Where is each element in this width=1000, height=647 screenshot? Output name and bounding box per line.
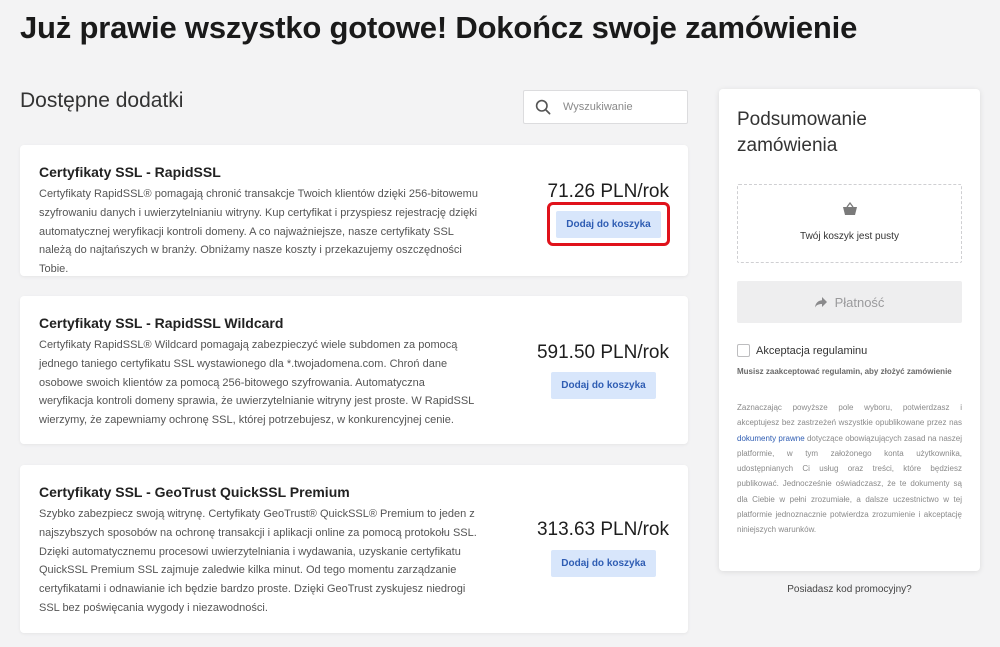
search-input[interactable] xyxy=(563,101,673,113)
product-name: Certyfikaty SSL - RapidSSL xyxy=(39,164,221,180)
product-card-rapidssl-wildcard: Certyfikaty SSL - RapidSSL Wildcard Cert… xyxy=(20,296,688,444)
product-description: Certyfikaty RapidSSL® pomagają chronić t… xyxy=(39,188,478,276)
checkout-button[interactable]: Płatność xyxy=(737,281,962,323)
summary-title: Podsumowanie zamówienia xyxy=(737,109,867,156)
product-card-rapidssl: Certyfikaty SSL - RapidSSL Certyfikaty R… xyxy=(20,145,688,276)
add-to-cart-button[interactable]: Dodaj do koszyka xyxy=(551,550,656,577)
legal-notice: Zaznaczając powyższe pole wyboru, potwie… xyxy=(737,400,962,538)
section-title: Dostępne dodatki xyxy=(20,89,184,112)
product-price: 313.63 PLN/rok xyxy=(536,519,669,540)
empty-cart-text: Twój koszyk jest pusty xyxy=(800,231,899,242)
legal-text-before: Zaznaczając powyższe pole wyboru, potwie… xyxy=(737,403,962,428)
product-name: Certyfikaty SSL - GeoTrust QuickSSL Prem… xyxy=(39,484,350,500)
page-title: Już prawie wszystko gotowe! Dokończ swoj… xyxy=(20,10,858,45)
basket-icon xyxy=(843,202,857,215)
terms-warning: Musisz zaakceptować regulamin, aby złoży… xyxy=(737,367,952,376)
product-description: Szybko zabezpiecz swoją witrynę. Certyfi… xyxy=(39,508,477,614)
legal-documents-link[interactable]: dokumenty prawne xyxy=(737,434,805,443)
checkout-label: Płatność xyxy=(834,294,885,310)
legal-text-after: dotyczące obowiązujących zasad na naszej… xyxy=(737,433,963,535)
share-arrow-icon xyxy=(814,296,827,307)
search-icon xyxy=(535,99,551,115)
promo-code-link[interactable]: Posiadasz kod promocyjny? xyxy=(719,584,980,595)
search-box[interactable] xyxy=(523,90,688,124)
product-description: Certyfikaty RapidSSL® Wildcard pomagają … xyxy=(39,339,474,427)
add-to-cart-button[interactable]: Dodaj do koszyka xyxy=(556,211,661,238)
product-card-geotrust-quickssl: Certyfikaty SSL - GeoTrust QuickSSL Prem… xyxy=(20,465,688,633)
product-price: 71.26 PLN/rok xyxy=(547,181,669,202)
order-summary-panel: Podsumowanie zamówienia Twój koszyk jest… xyxy=(719,89,980,571)
terms-acceptance-row[interactable]: Akceptacja regulaminu xyxy=(737,344,867,357)
add-to-cart-button[interactable]: Dodaj do koszyka xyxy=(551,372,656,399)
terms-label[interactable]: Akceptacja regulaminu xyxy=(756,345,867,357)
product-name: Certyfikaty SSL - RapidSSL Wildcard xyxy=(39,315,284,331)
product-price: 591.50 PLN/rok xyxy=(536,342,669,363)
terms-checkbox[interactable] xyxy=(737,344,750,357)
empty-cart-box: Twój koszyk jest pusty xyxy=(737,184,962,263)
